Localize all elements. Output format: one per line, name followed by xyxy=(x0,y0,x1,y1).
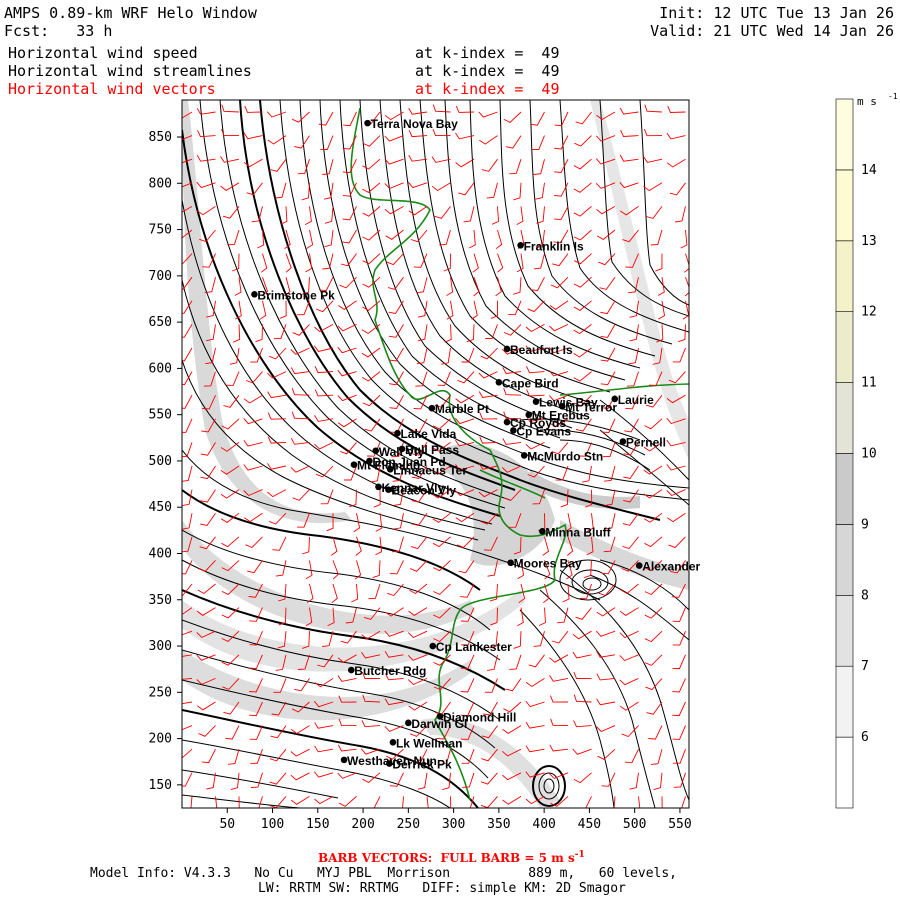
y-tick-label: 350 xyxy=(149,593,172,608)
colorbar-swatch xyxy=(835,524,854,596)
colorbar-swatch xyxy=(835,311,854,383)
y-tick-label: 500 xyxy=(149,454,172,469)
speed-colorbar: 6 7 8 9 10 11 12 13 14 m s -1 xyxy=(835,92,898,809)
barb-vector-note: BARB VECTORS: FULL BARB = 5 m s-1 xyxy=(318,850,585,865)
x-tick-label: 100 xyxy=(261,817,284,832)
place-label: Moores Bay xyxy=(514,557,582,571)
place-label: Beaufort Is xyxy=(510,343,573,357)
model-info-line: Model Info: V4.3.3 No Cu MYJ PBL Morriso… xyxy=(90,866,677,881)
place-label: McMurdo Stn xyxy=(527,449,603,463)
y-tick-label: 450 xyxy=(149,500,172,515)
colorbar-level-label: 12 xyxy=(861,305,877,320)
colorbar-level-label: 7 xyxy=(861,659,869,674)
barb-note-text: BARB VECTORS: FULL BARB = 5 m s xyxy=(318,851,575,865)
place-label: Lake Vida xyxy=(400,427,456,441)
barb-note-exponent: -1 xyxy=(574,850,585,860)
colorbar-level-label: 11 xyxy=(861,376,877,391)
x-tick-label: 250 xyxy=(397,817,420,832)
colorbar-level-label: 10 xyxy=(861,447,877,462)
y-tick-label: 400 xyxy=(149,546,172,561)
y-tick-label: 850 xyxy=(149,130,172,145)
y-tick-label: 150 xyxy=(149,778,172,793)
place-label: Alexander xyxy=(642,560,700,574)
x-tick-label: 500 xyxy=(623,817,646,832)
place-label: Franklin Is xyxy=(524,239,584,253)
colorbar-swatch xyxy=(835,665,854,738)
x-tick-label: 50 xyxy=(219,817,235,832)
colorbar-swatch xyxy=(835,240,854,313)
colorbar-level-label: 9 xyxy=(861,517,869,532)
y-tick-label: 800 xyxy=(149,176,172,191)
place-label: Beacon Vly xyxy=(391,484,456,498)
colorbar-swatch xyxy=(835,169,854,242)
x-axis: 50 100 150 200 250 300 350 400 450 500 550 xyxy=(219,808,692,832)
x-tick-label: 300 xyxy=(442,817,465,832)
place-label: Diamond Hill xyxy=(443,710,516,724)
colorbar-swatch xyxy=(835,453,854,525)
colorbar-swatch xyxy=(835,594,854,667)
place-label: Mt Erebus xyxy=(532,409,590,423)
place-label: Pernell xyxy=(626,436,666,450)
colorbar-swatch xyxy=(835,736,854,809)
y-tick-label: 550 xyxy=(149,408,172,423)
place-label: Cape Bird xyxy=(502,376,559,390)
colorbar-unit-exponent: -1 xyxy=(888,92,898,101)
physics-info-line: LW: RRTM SW: RRTMG DIFF: simple KM: 2D S… xyxy=(258,881,626,896)
place-label: Derrick Pk xyxy=(392,758,452,772)
x-tick-label: 550 xyxy=(668,817,691,832)
y-axis: 150 200 250 300 350 400 450 500 550 600 650 700 750 8… xyxy=(149,130,182,793)
colorbar-level-label: 13 xyxy=(861,234,877,249)
place-label: Brimstone Pk xyxy=(257,288,335,302)
colorbar-level-label: 14 xyxy=(861,163,877,178)
place-label: Lk Wellman xyxy=(396,736,462,750)
place-label: Marble Pt xyxy=(435,402,489,416)
place-label: Minna Bluff xyxy=(545,525,611,539)
place-label: Butcher Rdg xyxy=(354,664,426,678)
x-tick-label: 350 xyxy=(487,817,510,832)
y-tick-label: 300 xyxy=(149,639,172,654)
colorbar-swatch xyxy=(835,98,854,171)
place-label: Laurie xyxy=(618,393,654,407)
colorbar-swatch xyxy=(835,382,854,454)
y-tick-label: 700 xyxy=(149,269,172,284)
y-tick-label: 600 xyxy=(149,361,172,376)
place-label: Terra Nova Bay xyxy=(371,117,458,131)
colorbar-level-label: 6 xyxy=(861,730,869,745)
x-tick-label: 450 xyxy=(578,817,601,832)
wind-map: 50 100 150 200 250 300 350 400 450 500 550 150 200 2… xyxy=(149,92,898,832)
y-tick-label: 750 xyxy=(149,223,172,238)
place-label: Cp Lankester xyxy=(436,640,512,654)
colorbar-level-label: 8 xyxy=(861,588,869,603)
place-label: Cp Evans xyxy=(516,424,571,438)
place-label: Linnaeus Ter xyxy=(393,463,467,477)
x-tick-label: 150 xyxy=(306,817,329,832)
y-tick-label: 650 xyxy=(149,315,172,330)
colorbar-unit: m s xyxy=(857,95,877,108)
y-tick-label: 250 xyxy=(149,685,172,700)
y-tick-label: 200 xyxy=(149,732,172,747)
x-tick-label: 200 xyxy=(351,817,374,832)
x-tick-label: 400 xyxy=(532,817,555,832)
